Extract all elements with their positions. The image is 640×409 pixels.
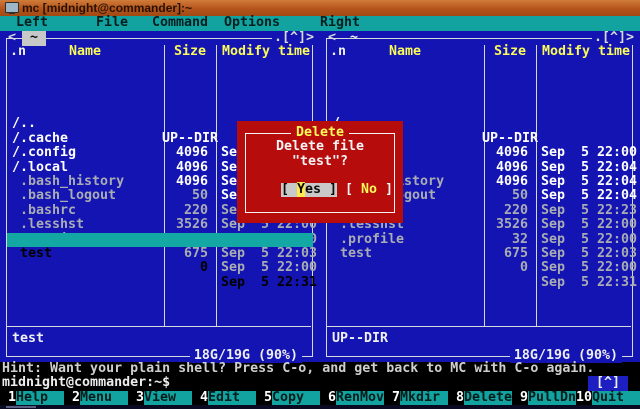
dialog-message-line2: "test"? <box>237 155 403 169</box>
dialog-message-line1: Delete file <box>237 140 403 154</box>
fkey-button[interactable]: 6 RenMov <box>320 391 384 405</box>
fkey-number: 6 <box>320 391 336 405</box>
menu-bar: Left File Command Options Right <box>0 16 640 31</box>
fkey-number: 2 <box>64 391 80 405</box>
fkey-label: RenMov <box>336 391 384 405</box>
fkey-label: Copy <box>272 391 320 405</box>
fkey-button[interactable]: 8 Delete <box>448 391 512 405</box>
fkey-label: Quit <box>592 391 640 405</box>
scrollbar-thumb[interactable] <box>6 406 36 409</box>
file-mtime: Sep 5 22:00 <box>221 261 317 275</box>
fkey-button[interactable]: 3 View <box>128 391 192 405</box>
file-size: 0 <box>482 261 528 275</box>
left-mini-status: test <box>12 332 44 346</box>
delete-dialog: Delete Delete file "test"? [ Yes ] [ No … <box>237 121 403 223</box>
fkey-label: Help <box>16 391 64 405</box>
menu-command[interactable]: Command <box>152 16 208 30</box>
yes-hotkey: Y <box>297 182 305 197</box>
fkey-button[interactable]: 1 Help <box>0 391 64 405</box>
fkey-label: Delete <box>464 391 512 405</box>
file-mtime: Sep 5 22:00 <box>541 261 637 275</box>
menu-left[interactable]: Left <box>16 16 48 30</box>
fkey-button[interactable]: 2 Menu <box>64 391 128 405</box>
file-size: 675 <box>162 247 208 261</box>
file-row[interactable]: test 0 Sep 5 22:31 <box>327 233 633 247</box>
file-mtime: Sep 5 22:31 <box>541 276 637 290</box>
window-titlebar: mc [midnight@commander]:~ − □ ✕ <box>0 0 640 16</box>
shell-prompt[interactable]: midnight@commander:~$ <box>2 376 170 390</box>
ministatus-divider <box>327 326 631 327</box>
file-name: test <box>7 247 52 261</box>
file-row[interactable]: test 0 Sep 5 22:31 <box>7 233 313 247</box>
menu-file[interactable]: File <box>96 16 128 30</box>
fkey-number: 5 <box>256 391 272 405</box>
yes-button[interactable]: [ Yes ] <box>281 183 337 197</box>
fkey-label: Edit <box>208 391 256 405</box>
fkey-label: Menu <box>80 391 128 405</box>
fkey-number: 8 <box>448 391 464 405</box>
fkey-number: 4 <box>192 391 208 405</box>
column-header-size[interactable]: Size <box>168 45 212 60</box>
fkey-label: View <box>144 391 192 405</box>
ministatus-divider <box>7 326 311 327</box>
menu-options[interactable]: Options <box>224 16 280 30</box>
file-mtime: Sep 5 22:03 <box>221 247 317 261</box>
column-header-modify-time[interactable]: Modify time <box>218 45 314 60</box>
fkey-number: 9 <box>512 391 528 405</box>
column-header-modify-time[interactable]: Modify time <box>538 45 634 60</box>
file-row[interactable]: /.. UP--DIR Sep 5 22:00 <box>7 103 313 117</box>
fkey-button[interactable]: 7 Mkdir <box>384 391 448 405</box>
fkey-button[interactable]: 4 Edit <box>192 391 256 405</box>
fkey-label: Mkdir <box>400 391 448 405</box>
terminal-icon <box>5 2 19 13</box>
column-header-name[interactable]: Name <box>6 45 164 60</box>
no-button[interactable]: [ No ] <box>345 183 393 197</box>
column-header-size[interactable]: Size <box>488 45 532 60</box>
menu-right[interactable]: Right <box>320 16 360 30</box>
no-hotkey: No <box>361 182 377 197</box>
fkey-button[interactable]: 10 Quit <box>576 391 640 405</box>
fkey-number: 1 <box>0 391 16 405</box>
window-title: mc [midnight@commander]:~ <box>22 0 192 16</box>
function-key-bar: 1 Help 2 Menu 3 View 4 Edit 5 Copy 6 Ren… <box>0 391 640 405</box>
fkey-number: 3 <box>128 391 144 405</box>
file-row[interactable]: /.. UP--DIR Sep 5 22:00 <box>327 103 633 117</box>
fkey-number: 7 <box>384 391 400 405</box>
column-header-name[interactable]: Name <box>326 45 484 60</box>
fkey-label: PullDn <box>528 391 576 405</box>
scrollback-up-icon[interactable]: [^] <box>588 376 628 390</box>
file-size: 0 <box>162 261 208 275</box>
file-mtime: Sep 5 22:31 <box>221 276 317 290</box>
fkey-button[interactable]: 5 Copy <box>256 391 320 405</box>
file-mtime: Sep 5 22:03 <box>541 247 637 261</box>
right-mini-status: UP--DIR <box>332 332 388 346</box>
file-name: test <box>327 247 372 261</box>
fkey-button[interactable]: 9 PullDn <box>512 391 576 405</box>
bottom-scrollbar[interactable] <box>0 405 640 409</box>
fkey-number: 10 <box>576 391 592 405</box>
file-size: 675 <box>482 247 528 261</box>
